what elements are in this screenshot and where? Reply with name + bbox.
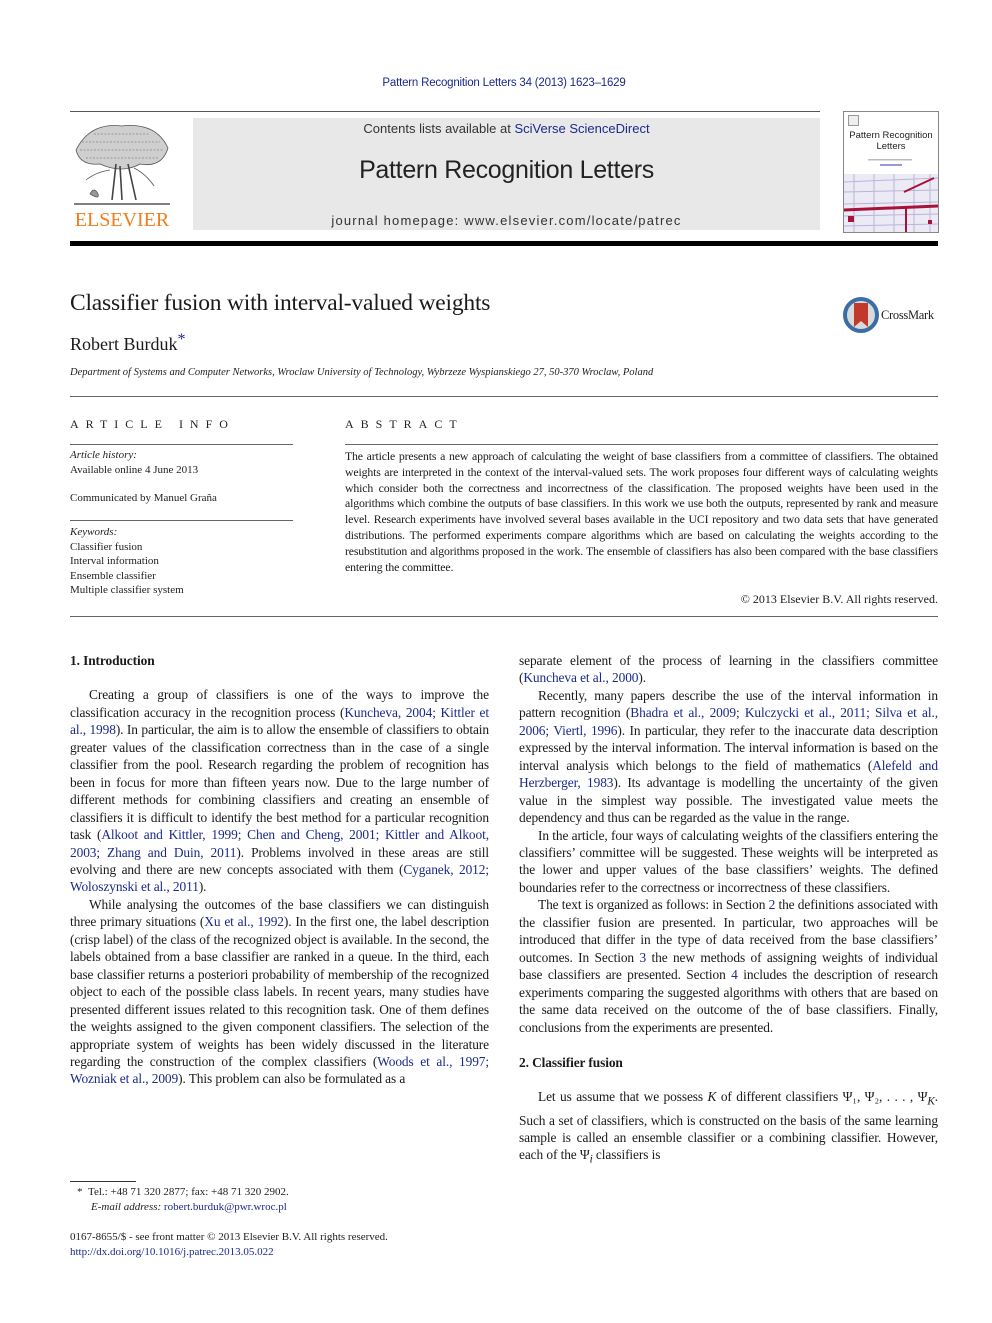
paragraph: Let us assume that we possess K of diffe… xyxy=(519,1088,938,1169)
paragraph: While analysing the outcomes of the base… xyxy=(70,896,489,1088)
cover-artwork-icon xyxy=(844,159,938,232)
text-run: of different classifiers xyxy=(716,1089,843,1105)
abstract-rule xyxy=(345,444,938,445)
journal-banner: Contents lists available at SciVerse Sci… xyxy=(193,118,820,230)
text-run: ). xyxy=(198,879,207,895)
elsevier-logo[interactable]: ELSEVIER xyxy=(70,120,174,232)
article-history-value: Available online 4 June 2013 xyxy=(70,463,199,476)
text-run: The text is organized as follows: in Sec… xyxy=(538,897,769,913)
keywords-block: Keywords: Classifier fusion Interval inf… xyxy=(70,525,184,598)
text-run: Let us assume that we possess xyxy=(538,1089,708,1105)
doi-link[interactable]: http://dx.doi.org/10.1016/j.patrec.2013.… xyxy=(70,1246,274,1258)
elsevier-wordmark: ELSEVIER xyxy=(74,209,170,231)
keywords-label: Keywords: xyxy=(70,526,118,538)
section-heading-introduction: 1. Introduction xyxy=(70,653,155,668)
paragraph: Recently, many papers describe the use o… xyxy=(519,687,938,827)
contents-prefix: Contents lists available at xyxy=(363,121,515,136)
header-bottom-rule xyxy=(70,241,938,246)
keyword-item: Classifier fusion xyxy=(70,540,143,553)
journal-title: Pattern Recognition Letters xyxy=(359,156,654,184)
body-column-right: separate element of the process of learn… xyxy=(519,652,938,1170)
contents-line: Contents lists available at SciVerse Sci… xyxy=(193,121,820,136)
abstract-copyright: © 2013 Elsevier B.V. All rights reserved… xyxy=(740,592,938,606)
text-run: classifiers is xyxy=(592,1147,661,1163)
paragraph: Creating a group of classifiers is one o… xyxy=(70,686,489,895)
email-label: E-mail address: xyxy=(91,1201,162,1213)
divider-rule xyxy=(70,616,938,617)
text-run: ). xyxy=(638,670,646,686)
article-info-heading: ARTICLE INFO xyxy=(70,417,235,431)
journal-homepage-link[interactable]: journal homepage: www.elsevier.com/locat… xyxy=(193,213,820,228)
author-footnote-mark[interactable]: * xyxy=(178,331,186,348)
keyword-item: Interval information xyxy=(70,555,159,567)
text-run: ). In particular, the aim is to allow th… xyxy=(70,722,489,843)
front-matter-copyright: 0167-8655/$ - see front matter © 2013 El… xyxy=(70,1231,388,1243)
math-expression: Ψ xyxy=(579,1147,590,1163)
section-heading-classifier-fusion: 2. Classifier fusion xyxy=(519,1054,623,1070)
paragraph: The text is organized as follows: in Sec… xyxy=(519,896,938,1036)
body-column-left: 1. Introduction Creating a group of clas… xyxy=(70,652,489,1088)
article-history-label: Article history: xyxy=(70,449,137,461)
article-info-rule xyxy=(70,520,293,521)
article-title: Classifier fusion with interval-valued w… xyxy=(70,290,491,316)
front-matter: 0167-8655/$ - see front matter © 2013 El… xyxy=(70,1230,388,1260)
section-link[interactable]: 4 xyxy=(731,967,738,982)
abstract-heading: ABSTRACT xyxy=(345,417,464,431)
crossmark-icon xyxy=(843,297,879,333)
keyword-item: Ensemble classifier xyxy=(70,569,156,582)
footnote-contact: Tel.: +48 71 320 2877; fax: +48 71 320 2… xyxy=(88,1186,289,1198)
crossmark-badge[interactable]: CrossMark xyxy=(843,297,943,335)
text-run: ). This problem can also be formulated a… xyxy=(178,1071,406,1087)
article-history: Article history: Available online 4 June… xyxy=(70,448,198,477)
keyword-item: Multiple classifier system xyxy=(70,584,184,596)
author-line: Robert Burduk* xyxy=(70,331,186,355)
elsevier-tree-icon xyxy=(74,125,170,205)
article-info-rule xyxy=(70,444,293,445)
abstract-text: The article presents a new approach of c… xyxy=(345,449,938,574)
text-run: ). In the first one, the label descripti… xyxy=(70,914,489,1069)
header-top-rule xyxy=(70,111,820,112)
citation-link[interactable]: Kuncheva et al., 2000 xyxy=(523,670,638,685)
crossmark-label: CrossMark xyxy=(881,308,934,322)
sciencedirect-link[interactable]: SciVerse ScienceDirect xyxy=(514,121,649,136)
author-affiliation: Department of Systems and Computer Netwo… xyxy=(70,367,654,378)
math-subscript: K xyxy=(927,1096,935,1109)
author-name[interactable]: Robert Burduk xyxy=(70,334,178,354)
paragraph-continued: separate element of the process of learn… xyxy=(519,652,938,687)
journal-citation-link[interactable]: Pattern Recognition Letters 34 (2013) 16… xyxy=(0,77,992,89)
citation-link[interactable]: Xu et al., 1992 xyxy=(204,914,284,929)
paragraph: In the article, four ways of calculating… xyxy=(519,827,938,895)
math-expression: Ψ₁, Ψ₂, . . . , Ψ xyxy=(842,1089,928,1105)
author-footnote: * Tel.: +48 71 320 2877; fax: +48 71 320… xyxy=(77,1185,289,1215)
footnote-mark: * xyxy=(77,1186,83,1198)
footnote-rule xyxy=(70,1181,136,1182)
journal-cover-thumbnail[interactable]: Pattern Recognition Letters xyxy=(843,111,939,233)
communicated-by: Communicated by Manuel Graña xyxy=(70,492,217,504)
author-email-link[interactable]: robert.burduk@pwr.wroc.pl xyxy=(164,1201,287,1213)
divider-rule xyxy=(70,396,938,397)
